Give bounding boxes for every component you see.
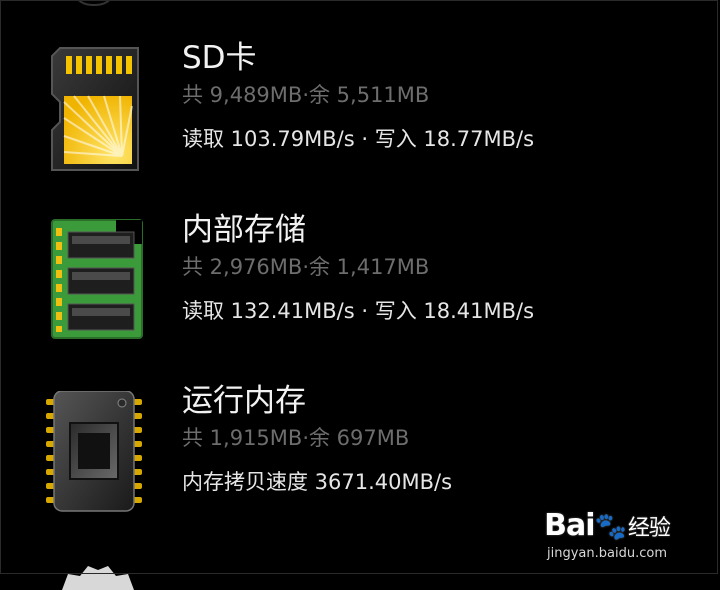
storage-speed: 内存拷贝速度 3671.40MB/s <box>182 470 453 494</box>
watermark-url: jingyan.baidu.com <box>547 546 667 561</box>
storage-title: SD卡 <box>182 40 257 76</box>
storage-row-text: 运行内存 共 1,915MB·余 697MB 内存拷贝速度 3671.40MB/… <box>182 383 700 495</box>
storage-title: 内部存储 <box>182 212 306 248</box>
storage-row-text: SD卡 共 9,489MB·余 5,511MB 读取 103.79MB/s · … <box>182 40 700 152</box>
storage-capacity: 共 9,489MB·余 5,511MB <box>182 83 430 107</box>
storage-row-internal[interactable]: 内部存储 共 2,976MB·余 1,417MB 读取 132.41MB/s ·… <box>0 212 720 362</box>
storage-title: 运行内存 <box>182 383 306 419</box>
baidu-jingyan-watermark: Bai🐾经验 jingyan.baidu.com <box>532 509 682 562</box>
previous-item-icon-edge <box>70 0 118 6</box>
paw-icon: 🐾 <box>594 512 627 542</box>
ram-chip-icon <box>46 391 146 521</box>
storage-speed: 读取 103.79MB/s · 写入 18.77MB/s <box>182 127 535 151</box>
storage-speed: 读取 132.41MB/s · 写入 18.41MB/s <box>182 299 535 323</box>
sd-card-icon <box>46 46 146 176</box>
watermark-logo-jingyan: 经验 <box>627 516 671 541</box>
memory-module-icon <box>46 214 146 344</box>
next-item-gear-icon <box>62 566 134 590</box>
watermark-logo-bai: Bai <box>544 508 595 543</box>
storage-capacity: 共 2,976MB·余 1,417MB <box>182 255 430 279</box>
storage-capacity: 共 1,915MB·余 697MB <box>182 426 410 450</box>
watermark-logo: Bai🐾经验 <box>532 509 682 546</box>
storage-row-sd-card[interactable]: SD卡 共 9,489MB·余 5,511MB 读取 103.79MB/s · … <box>0 40 720 190</box>
storage-row-text: 内部存储 共 2,976MB·余 1,417MB 读取 132.41MB/s ·… <box>182 212 700 324</box>
